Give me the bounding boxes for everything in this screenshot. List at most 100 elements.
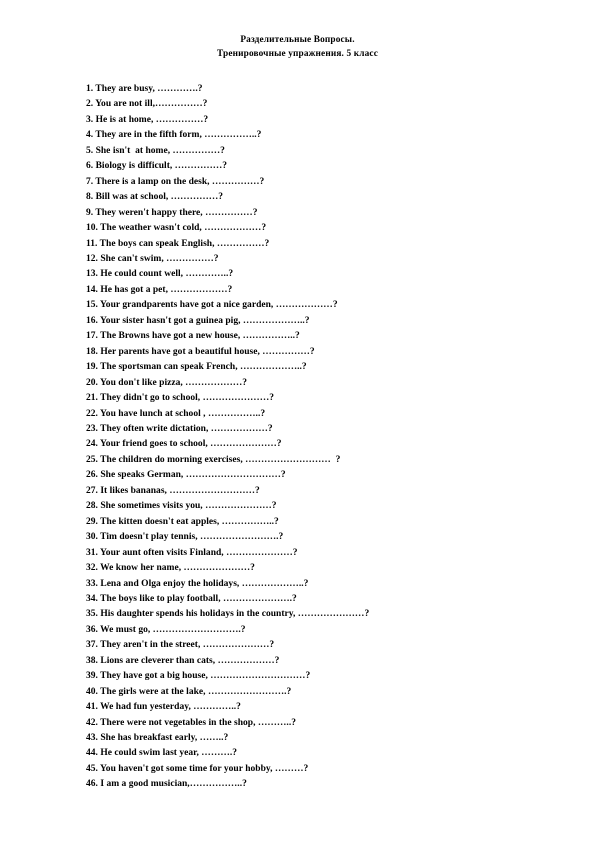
exercise-item: 8. Bill was at school, ……………? (86, 190, 556, 205)
exercise-text: They are in the fifth form, ……………..? (95, 130, 262, 141)
exercise-item: 22. You have lunch at school , ……………..? (86, 407, 556, 422)
exercise-number: 15. (86, 300, 98, 311)
exercise-item: 34. The boys like to play football, …………… (86, 592, 556, 607)
exercise-item: 31. Your aunt often visits Finland, …………… (86, 546, 556, 561)
worksheet-page: Разделительные Вопросы. Тренировочные уп… (0, 0, 595, 842)
exercise-number: 10. (86, 223, 98, 234)
exercise-text: They are busy, ………….? (95, 84, 203, 94)
exercise-text: The Browns have got a new house, ……………..… (100, 331, 300, 342)
exercise-number: 7. (86, 176, 94, 187)
exercise-text: There were not vegetables in the shop, …… (100, 717, 296, 728)
exercise-item: 13. He could count well, …………..? (86, 267, 556, 282)
exercise-number: 44. (86, 748, 98, 759)
exercise-text: Tim doesn't play tennis, …………………….? (100, 532, 284, 543)
exercise-text: Your friend goes to school, …………………? (99, 439, 282, 450)
exercise-text: They often write dictation, ………………? (100, 423, 273, 434)
exercise-item: 46. I am a good musician,……………..? (86, 777, 556, 792)
exercise-text: The boys can speak English, ……………? (99, 238, 270, 249)
exercise-text: The boys like to play football, ………………….… (100, 593, 297, 604)
exercise-item: 16. Your sister hasn't got a guinea pig,… (86, 314, 556, 329)
exercise-number: 20. (86, 377, 98, 388)
exercise-number: 21. (86, 393, 98, 404)
exercise-text: She isn't at home, ……………? (95, 145, 225, 156)
exercise-item: 23. They often write dictation, ………………? (86, 422, 556, 437)
exercise-item: 30. Tim doesn't play tennis, …………………….? (86, 530, 556, 545)
exercise-number: 23. (86, 423, 98, 434)
exercise-number: 24. (86, 439, 98, 450)
exercise-item: 37. They aren't in the street, …………………? (86, 638, 556, 653)
exercise-text: You have lunch at school , ……………..? (99, 408, 266, 419)
exercise-number: 31. (86, 547, 98, 558)
exercise-item: 15. Your grandparents have got a nice ga… (86, 298, 556, 313)
exercise-number: 9. (86, 207, 94, 218)
exercise-number: 41. (86, 702, 98, 713)
exercise-number: 13. (86, 269, 98, 280)
exercise-text: He has got a pet, ………………? (100, 284, 233, 295)
exercise-number: 37. (86, 640, 98, 651)
exercise-item: 10. The weather wasn't cold, ………………? (86, 221, 556, 236)
exercise-number: 30. (86, 532, 98, 543)
exercise-number: 27. (86, 485, 98, 496)
title-line-1: Разделительные Вопросы. (240, 35, 355, 45)
exercise-item: 25. The children do morning exercises, …… (86, 453, 556, 468)
exercise-number: 17. (86, 331, 98, 342)
exercise-text: They have got a big house, …………………………? (100, 671, 311, 682)
exercise-item: 1. They are busy, ………….? (86, 82, 556, 97)
exercise-text: He could swim last year, ……….? (100, 748, 238, 759)
exercise-text: They weren't happy there, ……………? (95, 207, 258, 218)
exercise-number: 6. (86, 161, 94, 172)
exercise-number: 18. (86, 346, 98, 357)
exercise-text: They didn't go to school, …………………? (100, 393, 274, 404)
exercise-text: You are not ill,……………? (95, 99, 208, 110)
document-title: Разделительные Вопросы. Тренировочные уп… (0, 34, 595, 61)
exercise-number: 42. (86, 717, 98, 728)
exercise-text: She has breakfast early, ……..? (100, 733, 229, 744)
exercise-number: 3. (86, 114, 94, 125)
exercise-item: 9. They weren't happy there, ……………? (86, 206, 556, 221)
exercise-item: 5. She isn't at home, ……………? (86, 144, 556, 159)
exercise-number: 43. (86, 733, 98, 744)
exercise-number: 25. (86, 454, 98, 465)
exercise-number: 29. (86, 516, 98, 527)
exercise-number: 12. (86, 253, 98, 264)
exercise-item: 41. We had fun yesterday, …………..? (86, 700, 556, 715)
exercise-item: 40. The girls were at the lake, ……………………… (86, 685, 556, 700)
exercise-number: 32. (86, 563, 98, 574)
exercise-text: It likes bananas, ………………………? (100, 485, 260, 496)
exercise-item: 42. There were not vegetables in the sho… (86, 716, 556, 731)
exercise-item: 28. She sometimes visits you, …………………? (86, 499, 556, 514)
exercise-item: 4. They are in the fifth form, ……………..? (86, 128, 556, 143)
exercise-number: 2. (86, 99, 94, 110)
exercise-item: 45. You haven't got some time for your h… (86, 762, 556, 777)
exercise-item: 17. The Browns have got a new house, ………… (86, 329, 556, 344)
exercise-item: 20. You don't like pizza, ………………? (86, 376, 556, 391)
title-line-2: Тренировочные упражнения. 5 класс (217, 48, 378, 59)
exercise-text: There is a lamp on the desk, ……………? (95, 176, 265, 187)
exercise-text: Your grandparents have got a nice garden… (99, 300, 338, 311)
exercise-text: She speaks German, …………………………? (100, 470, 286, 481)
exercise-number: 28. (86, 501, 98, 512)
exercise-number: 5. (86, 145, 94, 156)
exercise-item: 21. They didn't go to school, …………………? (86, 391, 556, 406)
exercise-item: 11. The boys can speak English, ……………? (86, 237, 556, 252)
exercise-text: Bill was at school, ……………? (95, 192, 224, 203)
exercise-text: Biology is difficult, ……………? (95, 161, 228, 172)
exercise-item: 12. She can't swim, ……………? (86, 252, 556, 267)
exercise-item: 38. Lions are cleverer than cats, ………………… (86, 654, 556, 669)
exercise-item: 43. She has breakfast early, ……..? (86, 731, 556, 746)
exercise-text: The girls were at the lake, …………………….? (100, 686, 292, 697)
exercise-text: They aren't in the street, …………………? (100, 640, 275, 651)
exercise-item: 14. He has got a pet, ………………? (86, 283, 556, 298)
exercise-number: 34. (86, 593, 98, 604)
exercise-text: We must go, ……………………….? (100, 624, 246, 635)
exercise-text: Her parents have got a beautiful house, … (100, 346, 315, 357)
exercise-number: 46. (86, 779, 98, 790)
exercise-number: 40. (86, 686, 98, 697)
exercise-number: 35. (86, 609, 98, 620)
exercise-item: 2. You are not ill,……………? (86, 97, 556, 112)
exercise-item: 44. He could swim last year, ……….? (86, 746, 556, 761)
exercise-text: Your sister hasn't got a guinea pig, ………… (99, 315, 310, 326)
exercise-text: The children do morning exercises, ……………… (100, 454, 341, 465)
exercise-number: 26. (86, 470, 98, 481)
exercise-number: 1. (86, 84, 94, 94)
